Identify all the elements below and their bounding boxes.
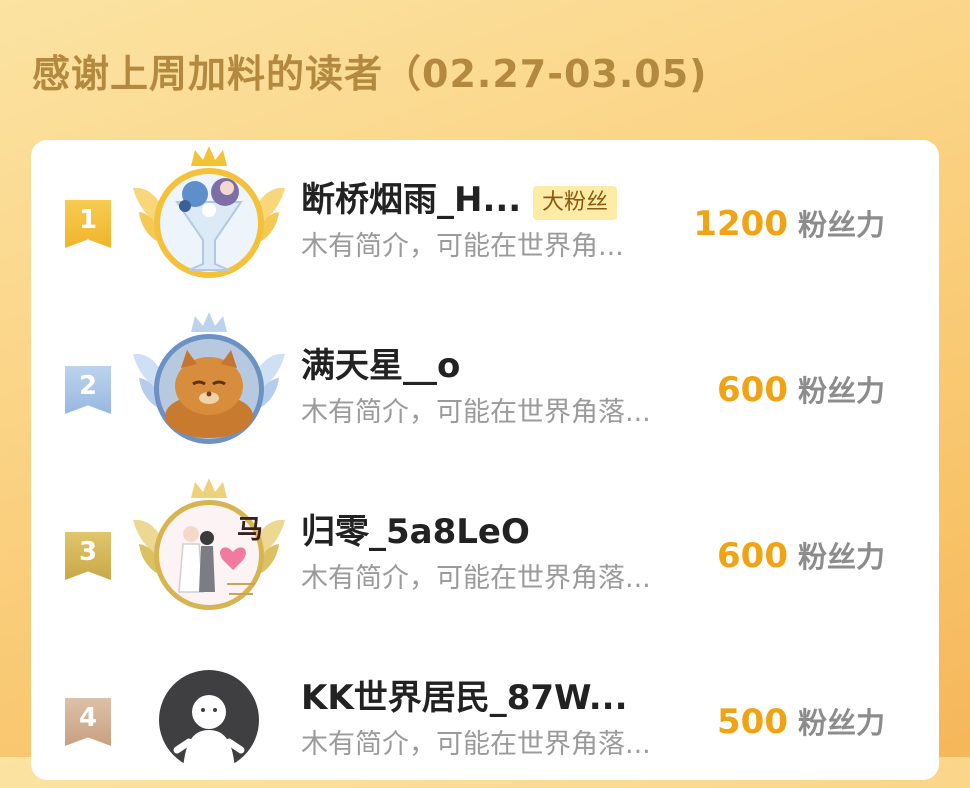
fan-power-unit-4: 粉丝力 [797,706,885,740]
fan-power-unit-3: 粉丝力 [797,540,885,574]
fan-power-value-2: 600 [717,370,788,410]
fan-power-unit-1: 粉丝力 [797,208,885,242]
reader-row-1[interactable]: 1 断桥烟雨_H... 大粉丝 木有简介，可能在世界角... 1200 粉丝力 [31,140,939,290]
reader-name-1[interactable]: 断桥烟雨_H... [301,178,521,222]
reader-name-2[interactable]: 满天星__o [301,344,460,388]
fan-power-2: 600 粉丝力 [717,368,885,418]
fan-power-value-4: 500 [717,702,788,742]
avatar-2[interactable] [129,306,289,456]
fan-power-3: 600 粉丝力 [717,534,885,584]
avatar-char: 马 [237,515,263,545]
page-title: 感谢上周加料的读者（02.27-03.05) [32,52,708,96]
avatar-1[interactable] [129,140,289,290]
rank-badge-1: 1 [65,200,111,248]
reader-intro-3: 木有简介，可能在世界角落... [301,563,651,594]
fan-power-value-1: 1200 [693,204,788,244]
rank-badge-4: 4 [65,698,111,746]
avatar-3[interactable]: 马 [129,472,289,622]
reader-intro-1: 木有简介，可能在世界角... [301,231,624,262]
reader-intro-2: 木有简介，可能在世界角落... [301,397,651,428]
rank-badge-3: 3 [65,532,111,580]
reader-row-4[interactable]: 4 KK世界居民_87W... 木有简介，可能在世界角落... 500 粉丝力 [31,638,939,788]
avatar-4[interactable] [129,638,289,788]
reader-intro-4: 木有简介，可能在世界角落... [301,729,651,760]
fan-power-value-3: 600 [717,536,788,576]
reader-row-2[interactable]: 2 满天星__o 木有简介，可能在世界角落... 600 粉丝力 [31,306,939,456]
reader-row-3[interactable]: 3 马 归零_5a8LeO 木有简介，可能在世界角落... 600 粉丝力 [31,472,939,622]
reader-list-card: 1 断桥烟雨_H... 大粉丝 木有简介，可能在世界角... 1200 粉丝力 … [31,140,939,780]
fan-power-unit-2: 粉丝力 [797,374,885,408]
big-fan-badge: 大粉丝 [533,186,618,220]
reader-name-4[interactable]: KK世界居民_87W... [301,676,628,720]
fan-power-4: 500 粉丝力 [717,700,885,750]
fan-power-1: 1200 粉丝力 [693,202,885,252]
reader-name-3[interactable]: 归零_5a8LeO [301,510,530,554]
rank-badge-2: 2 [65,366,111,414]
